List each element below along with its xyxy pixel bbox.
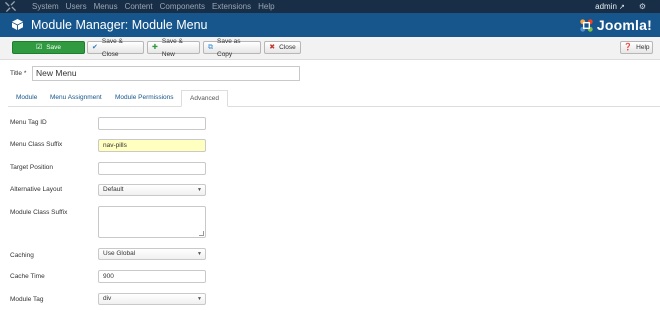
brand-text: Joomla! [596, 17, 652, 33]
joomla-logo: Joomla! [579, 16, 652, 34]
alternative-layout-value: Default [103, 186, 124, 193]
cache-time-input[interactable]: 900 [98, 270, 206, 283]
resize-grip-icon[interactable] [199, 231, 204, 236]
chevron-down-icon: ▼ [197, 187, 202, 193]
save-button[interactable]: ☑ Save [12, 41, 85, 54]
help-button[interactable]: ❓ Help [620, 41, 653, 54]
menu-tag-id-input[interactable] [98, 117, 206, 130]
chevron-down-icon: ▼ [197, 251, 202, 257]
tab-module[interactable]: Module [16, 90, 37, 106]
menu-help[interactable]: Help [258, 0, 274, 13]
save-button-label: Save [46, 44, 62, 51]
menu-content[interactable]: Content [125, 0, 153, 13]
plus-icon: ✚ [152, 44, 158, 51]
menu-menus[interactable]: Menus [94, 0, 118, 13]
menu-tag-id-label: Menu Tag ID [10, 119, 47, 126]
save-copy-label: Save as Copy [217, 37, 241, 58]
tab-module-permissions[interactable]: Module Permissions [115, 90, 174, 106]
check-icon: ✔ [92, 44, 98, 51]
target-position-label: Target Position [10, 164, 53, 171]
title-label-text: Title [10, 70, 23, 77]
check-icon: ☑ [35, 44, 43, 51]
menu-class-suffix-input[interactable]: nav-pills [98, 139, 206, 152]
joomla-logo-icon [580, 18, 593, 32]
cancel-icon: ✖ [269, 44, 276, 51]
tab-bar: Module Menu Assignment Module Permission… [8, 90, 660, 107]
module-tag-select[interactable]: div ▼ [98, 293, 206, 305]
caching-label: Caching [10, 252, 34, 259]
title-label: Title * [10, 70, 26, 77]
save-new-button[interactable]: ✚ Save & New [147, 38, 200, 58]
module-tag-value: div [103, 295, 112, 302]
cube-icon [12, 19, 23, 30]
target-position-input[interactable] [98, 162, 206, 175]
gear-icon[interactable]: ⚙ [639, 2, 646, 11]
menu-class-suffix-label: Menu Class Suffix [10, 141, 63, 148]
menu-extensions[interactable]: Extensions [212, 0, 251, 13]
joomla-icon[interactable] [5, 1, 16, 12]
close-label: Close [279, 44, 296, 51]
user-menu[interactable]: admin [595, 2, 617, 11]
chevron-down-icon: ▼ [197, 296, 202, 302]
save-close-label: Save & Close [101, 37, 123, 58]
copy-icon: ⧉ [208, 44, 213, 51]
module-class-suffix-label: Module Class Suffix [10, 209, 68, 216]
module-class-suffix-textarea[interactable] [98, 206, 206, 238]
save-copy-button[interactable]: ⧉ Save as Copy [203, 38, 261, 58]
save-new-label: Save & New [161, 37, 183, 58]
alternative-layout-label: Alternative Layout [10, 186, 63, 193]
close-button[interactable]: ✖ Close [264, 41, 301, 54]
top-menu-bar: System Users Menus Content Components Ex… [0, 0, 660, 13]
page-title: Module Manager: Module Menu [31, 18, 208, 32]
alternative-layout-select[interactable]: Default ▼ [98, 184, 206, 196]
save-close-button[interactable]: ✔ Save & Close [87, 38, 144, 58]
required-mark: * [23, 70, 27, 77]
help-label: Help [636, 44, 650, 51]
caching-value: Use Global [103, 250, 136, 257]
menu-users[interactable]: Users [66, 0, 87, 13]
tab-advanced[interactable]: Advanced [181, 90, 228, 107]
question-icon: ❓ [623, 44, 633, 51]
cache-time-label: Cache Time [10, 273, 45, 280]
module-tag-label: Module Tag [10, 296, 44, 303]
menu-components[interactable]: Components [160, 0, 205, 13]
menu-system[interactable]: System [32, 0, 59, 13]
tab-menu-assignment[interactable]: Menu Assignment [50, 90, 102, 106]
page-header: Module Manager: Module Menu Joomla! [0, 13, 660, 37]
external-link-icon[interactable]: ↗ [619, 3, 625, 11]
caching-select[interactable]: Use Global ▼ [98, 248, 206, 260]
toolbar: ☑ Save ✔ Save & Close ✚ Save & New ⧉ Sav… [0, 37, 660, 60]
title-input[interactable]: New Menu [32, 66, 300, 81]
